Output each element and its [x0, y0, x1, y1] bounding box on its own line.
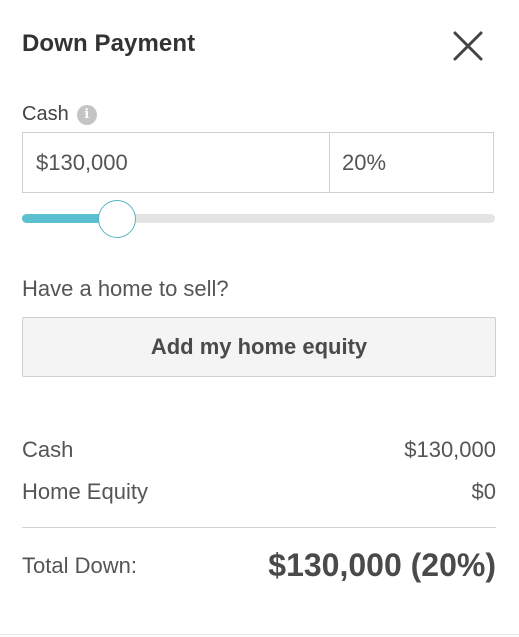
total-down-label: Total Down: — [22, 553, 137, 578]
down-payment-panel: Down Payment Cash i $130,000 20% Have a … — [0, 0, 519, 637]
summary-divider — [22, 527, 496, 528]
summary-cash-value: $130,000 — [404, 437, 496, 462]
down-payment-percent-input[interactable]: 20% — [329, 132, 494, 193]
close-icon — [453, 31, 483, 61]
home-sale-question: Have a home to sell? — [22, 276, 229, 301]
panel-bottom-border — [0, 634, 519, 635]
summary-cash-label: Cash — [22, 437, 74, 462]
total-down-value: $130,000 (20%) — [268, 547, 496, 583]
down-payment-amount-input[interactable]: $130,000 — [22, 132, 330, 193]
down-payment-slider-thumb[interactable] — [97, 200, 136, 238]
cash-label-row: Cash i — [22, 103, 97, 126]
summary-equity-value: $0 — [471, 479, 496, 504]
info-icon[interactable]: i — [76, 104, 97, 125]
cash-label: Cash — [22, 103, 69, 125]
add-home-equity-button[interactable]: Add my home equity — [22, 317, 496, 377]
summary-cash-row: Cash $130,000 — [22, 437, 496, 463]
close-button[interactable] — [450, 28, 486, 64]
panel-title: Down Payment — [22, 30, 196, 57]
summary-equity-label: Home Equity — [22, 479, 148, 504]
summary-equity-row: Home Equity $0 — [22, 479, 496, 505]
